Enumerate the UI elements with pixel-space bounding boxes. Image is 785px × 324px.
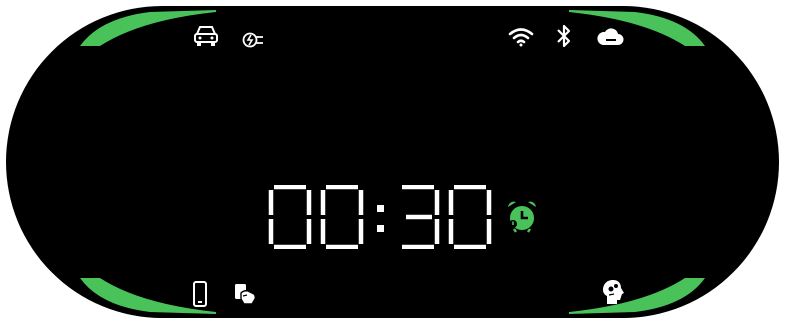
wifi-icon[interactable] xyxy=(508,27,534,47)
clock-digit xyxy=(396,185,440,249)
clock-digit xyxy=(320,185,364,249)
car-icon[interactable] xyxy=(192,24,220,48)
clock-colon xyxy=(372,185,390,249)
corner-accent-top-right xyxy=(569,10,705,46)
clock-time: 00:30 xyxy=(268,182,500,252)
hand-card-icon[interactable] xyxy=(232,282,258,306)
bluetooth-icon[interactable] xyxy=(556,23,572,49)
ev-charging-plug-icon[interactable] xyxy=(242,30,264,50)
corner-accent-bottom-right xyxy=(569,278,705,314)
cloud-icon[interactable] xyxy=(596,26,624,46)
smartphone-icon[interactable] xyxy=(192,281,208,307)
alarm-clock-icon[interactable] xyxy=(504,198,540,234)
head-profile-icon[interactable] xyxy=(600,278,628,306)
clock-digit xyxy=(448,185,492,249)
clock-digit xyxy=(268,185,312,249)
clock-display-panel: 00:30 xyxy=(6,6,779,318)
